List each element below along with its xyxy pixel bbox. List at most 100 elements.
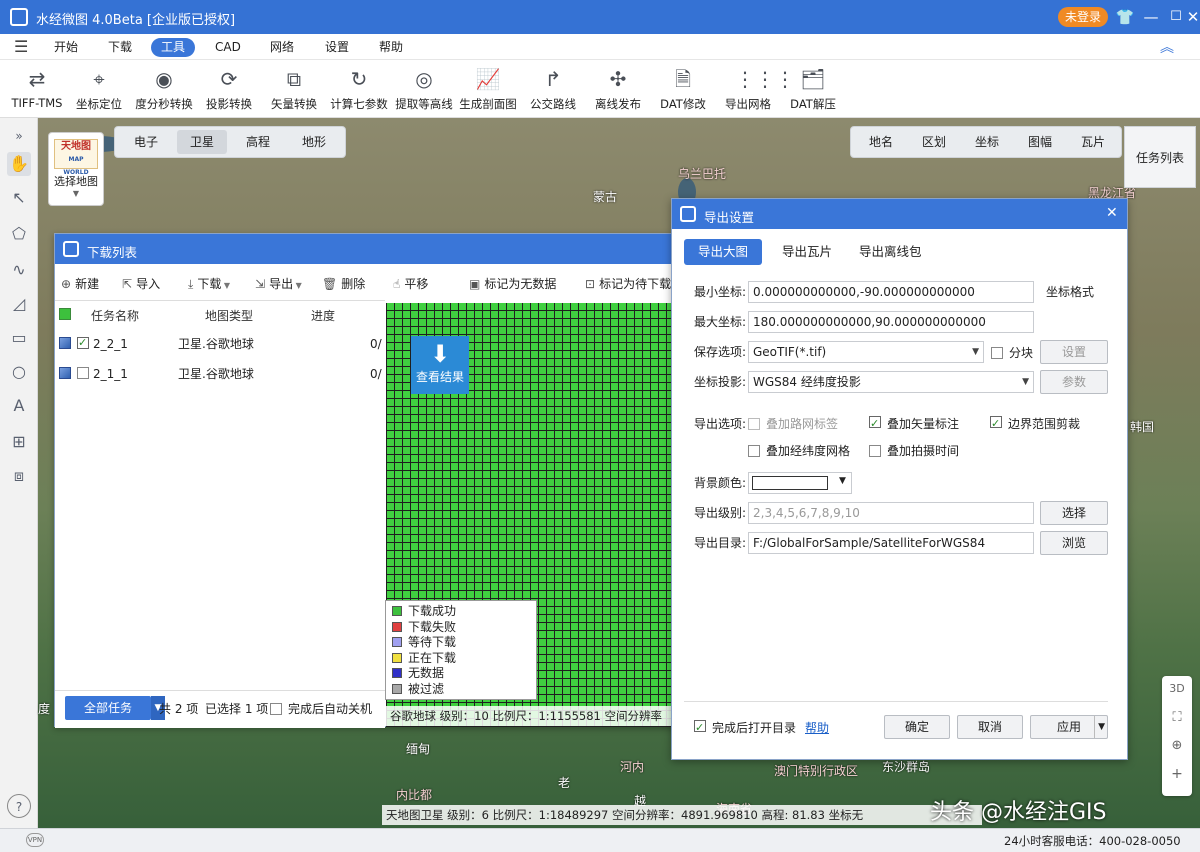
- export-titlebar[interactable]: 导出设置 ✕: [672, 199, 1127, 229]
- help-link[interactable]: 帮助: [805, 719, 829, 736]
- draw-rect-icon[interactable]: ▭: [7, 326, 31, 350]
- tool-export-grid[interactable]: ⋮⋮⋮ 导出网格: [716, 64, 795, 116]
- tool-vector-convert[interactable]: ⧉ 矢量转换: [262, 64, 326, 116]
- layer-tab-terrain[interactable]: 地形: [289, 130, 339, 154]
- levels-field[interactable]: 2,3,4,5,6,7,8,9,10: [748, 502, 1034, 524]
- select-levels-button[interactable]: 选择: [1040, 501, 1108, 525]
- task-list-button[interactable]: 任务列表: [1124, 126, 1196, 188]
- projection-select[interactable]: WGS84 经纬度投影 ▼: [748, 371, 1034, 393]
- menu-help[interactable]: 帮助: [369, 38, 413, 57]
- menu-cad[interactable]: CAD: [205, 38, 251, 57]
- mark-no-data-button[interactable]: ▣ 标记为无数据: [469, 274, 556, 294]
- layer-tab-elevation[interactable]: 高程: [233, 130, 283, 154]
- new-task-button[interactable]: ⊕ 新建: [61, 274, 99, 294]
- col-map-type[interactable]: 地图类型: [205, 306, 253, 326]
- tool-dat-modify[interactable]: 🗎 DAT修改: [651, 64, 715, 116]
- ok-button[interactable]: 确定: [884, 715, 950, 739]
- params-button[interactable]: 参数: [1040, 370, 1108, 394]
- option-vector-labels[interactable]: 叠加矢量标注: [869, 415, 959, 433]
- menu-network[interactable]: 网络: [260, 38, 304, 57]
- table-row[interactable]: 2_1_1 卫星.谷歌地球 0/: [55, 362, 385, 386]
- tool-seven-params[interactable]: ↻ 计算七参数: [327, 64, 391, 116]
- overlay-tab-coords[interactable]: 坐标: [961, 130, 1013, 154]
- export-button[interactable]: ⇲ 导出 ▼: [255, 274, 302, 294]
- open-dir-option[interactable]: 完成后打开目录: [694, 719, 796, 737]
- minimize-icon[interactable]: —: [1138, 4, 1164, 30]
- settings-button[interactable]: 设置: [1040, 340, 1108, 364]
- add-text-icon[interactable]: A: [7, 394, 31, 418]
- download-list-titlebar[interactable]: 下载列表: [55, 234, 695, 264]
- pan-hand-icon[interactable]: ✋: [7, 152, 31, 176]
- split-checkbox[interactable]: [991, 347, 1003, 359]
- draw-line-icon[interactable]: ∿: [7, 258, 31, 282]
- hamburger-menu-icon[interactable]: ☰: [14, 37, 28, 56]
- browse-button[interactable]: 浏览: [1040, 531, 1108, 555]
- measure-icon[interactable]: ⊞: [7, 430, 31, 454]
- tab-export-offline[interactable]: 导出离线包: [845, 239, 936, 265]
- mark-pending-button[interactable]: ⊡ 标记为待下载: [585, 274, 671, 294]
- zoom-in-icon[interactable]: +: [1162, 766, 1192, 782]
- dir-field[interactable]: F:/GlobalForSample/SatelliteForWGS84: [748, 532, 1034, 554]
- fullscreen-icon[interactable]: ⛶: [1162, 710, 1192, 725]
- vpn-icon[interactable]: VPN: [26, 833, 44, 847]
- option-road-labels[interactable]: 叠加路网标签: [748, 415, 838, 433]
- menu-settings[interactable]: 设置: [315, 38, 359, 57]
- option-latlon-grid[interactable]: 叠加经纬度网格: [748, 442, 850, 460]
- table-row[interactable]: 2_2_1 卫星.谷歌地球 0/: [55, 332, 385, 356]
- tool-dat-unzip[interactable]: 🗂 DAT解压: [781, 64, 845, 116]
- all-tasks-button[interactable]: 全部任务: [65, 696, 151, 720]
- option-capture-time[interactable]: 叠加拍摄时间: [869, 442, 959, 460]
- expand-rail-icon[interactable]: »: [7, 124, 31, 148]
- cancel-button[interactable]: 取消: [957, 715, 1023, 739]
- overlay-tab-placenames[interactable]: 地名: [855, 130, 907, 154]
- tool-offline-publish[interactable]: ✣ 离线发布: [586, 64, 650, 116]
- layer-tab-vector[interactable]: 电子: [121, 130, 171, 154]
- layer-tab-satellite[interactable]: 卫星: [177, 130, 227, 154]
- overlay-tab-tiles[interactable]: 瓦片: [1067, 130, 1119, 154]
- collapse-ribbon-icon[interactable]: ︽: [1160, 37, 1174, 57]
- map-source-selector[interactable]: 天地图 MAP WORLD 选择地图 ▼: [48, 132, 104, 206]
- coord-format-link[interactable]: 坐标格式: [1046, 281, 1094, 303]
- row-checkbox[interactable]: [77, 367, 89, 379]
- tab-export-image[interactable]: 导出大图: [684, 239, 763, 265]
- menu-tools[interactable]: 工具: [151, 38, 196, 57]
- menu-start[interactable]: 开始: [44, 38, 88, 57]
- 3d-toggle[interactable]: 3D: [1162, 682, 1192, 695]
- option-boundary-clip[interactable]: 边界范围剪裁: [990, 415, 1080, 433]
- tool-projection-convert[interactable]: ⟳ 投影转换: [197, 64, 261, 116]
- bg-color-picker[interactable]: ▼: [748, 472, 852, 494]
- tab-export-tiles[interactable]: 导出瓦片: [768, 239, 846, 265]
- login-button[interactable]: 未登录: [1058, 7, 1108, 27]
- area-measure-icon[interactable]: ⧈: [7, 464, 31, 488]
- apply-button[interactable]: 应用 ▼: [1030, 715, 1108, 739]
- select-arrow-icon[interactable]: ↖: [7, 186, 31, 210]
- tool-coord-locate[interactable]: ⌖ 坐标定位: [67, 64, 131, 116]
- auto-shutdown-option[interactable]: 完成后自动关机: [270, 700, 372, 717]
- tool-dms-convert[interactable]: ◉ 度分秒转换: [132, 64, 196, 116]
- auto-shutdown-checkbox[interactable]: [270, 703, 282, 715]
- row-checkbox[interactable]: [77, 337, 89, 349]
- max-coord-field[interactable]: 180.000000000000,90.000000000000: [748, 311, 1034, 333]
- draw-area-icon[interactable]: ◿: [7, 292, 31, 316]
- draw-circle-icon[interactable]: ○: [7, 360, 31, 384]
- min-coord-field[interactable]: 0.000000000000,-90.000000000000: [748, 281, 1034, 303]
- col-task-name[interactable]: 任务名称: [91, 306, 139, 326]
- import-button[interactable]: ⇱ 导入: [122, 274, 160, 294]
- select-all-checkbox[interactable]: [59, 306, 71, 326]
- view-result-button[interactable]: ⬇ 查看结果: [411, 336, 469, 394]
- skin-icon[interactable]: 👕: [1112, 4, 1138, 30]
- delete-button[interactable]: 🗑 删除: [322, 274, 365, 294]
- close-icon[interactable]: ✕: [1180, 4, 1200, 30]
- locate-icon[interactable]: ⊕: [1162, 738, 1192, 753]
- menu-download[interactable]: 下载: [98, 38, 142, 57]
- overlay-tab-regions[interactable]: 区划: [908, 130, 960, 154]
- close-icon[interactable]: ✕: [1106, 205, 1118, 221]
- help-icon[interactable]: ?: [7, 794, 31, 818]
- tool-profile[interactable]: 📈 生成剖面图: [456, 64, 520, 116]
- save-option-select[interactable]: GeoTIF(*.tif) ▼: [748, 341, 984, 363]
- draw-polygon-icon[interactable]: ⬠: [7, 222, 31, 246]
- overlay-tab-sheets[interactable]: 图幅: [1014, 130, 1066, 154]
- tool-contour[interactable]: ◎ 提取等高线: [392, 64, 456, 116]
- col-progress[interactable]: 进度: [311, 306, 335, 326]
- tool-bus-route[interactable]: ↱ 公交路线: [521, 64, 585, 116]
